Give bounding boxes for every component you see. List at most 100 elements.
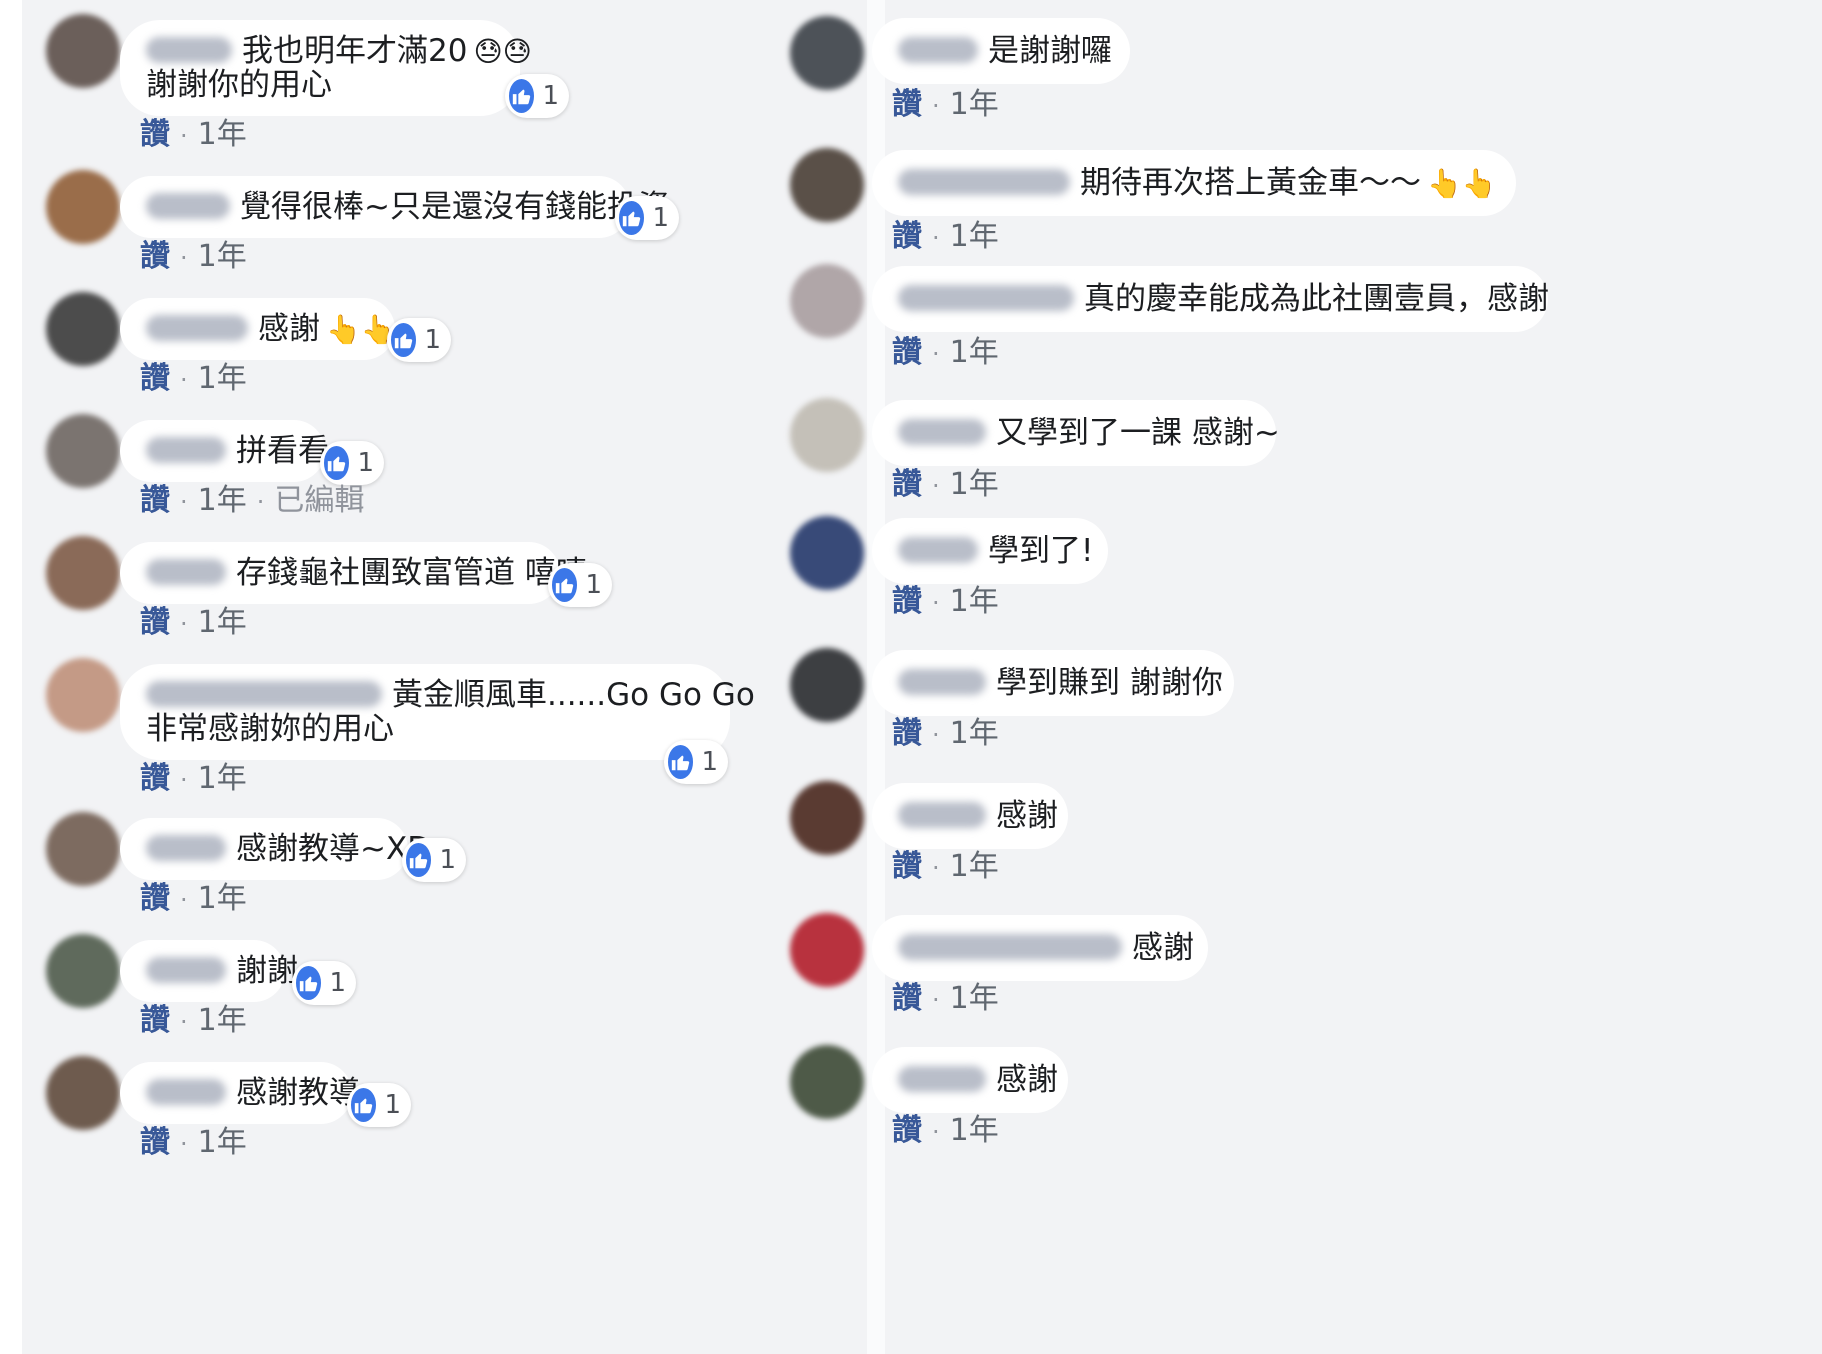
avatar[interactable] (46, 170, 120, 244)
comment-text: 黃金順風車......Go Go Go (146, 676, 755, 714)
commenter-name-blurred[interactable] (898, 536, 978, 563)
comment-text: 感謝 (898, 929, 1194, 967)
comment-text: 感謝 (898, 797, 1058, 835)
comment-text-line: 存錢龜社團致富管道 嘻嘻 (236, 555, 587, 591)
timestamp-link[interactable]: 1年 (950, 335, 999, 370)
commenter-name-blurred[interactable] (146, 956, 226, 983)
like-button[interactable]: 讚 (140, 483, 170, 518)
timestamp-link[interactable]: 1年 (950, 1113, 999, 1148)
separator-dot: · (932, 721, 940, 749)
avatar[interactable] (46, 14, 120, 88)
commenter-name-blurred[interactable] (898, 418, 986, 445)
commenter-name-blurred[interactable] (898, 1065, 986, 1092)
like-button[interactable]: 讚 (892, 1113, 922, 1148)
avatar[interactable] (790, 516, 864, 590)
avatar[interactable] (790, 148, 864, 222)
avatar[interactable] (46, 414, 120, 488)
like-button[interactable]: 讚 (140, 239, 170, 274)
separator-dot: · (180, 122, 188, 150)
avatar[interactable] (46, 934, 120, 1008)
avatar[interactable] (790, 781, 864, 855)
avatar[interactable] (46, 536, 120, 610)
timestamp-link[interactable]: 1年 (950, 584, 999, 619)
commenter-name-blurred[interactable] (146, 192, 230, 219)
comment-text-line: 學到賺到 謝謝你 (996, 665, 1223, 701)
reaction-number: 1 (652, 203, 669, 233)
comment-actions: 讚 · 1年 (892, 850, 999, 885)
like-button[interactable]: 讚 (140, 605, 170, 640)
like-button[interactable]: 讚 (140, 1125, 170, 1160)
like-button[interactable]: 讚 (140, 1003, 170, 1038)
comment-text-line: 感謝 (996, 1062, 1058, 1098)
like-button[interactable]: 讚 (892, 981, 922, 1016)
commenter-name-blurred[interactable] (898, 168, 1070, 195)
reaction-count[interactable]: 1 (402, 838, 466, 882)
commenter-name-blurred[interactable] (898, 284, 1074, 311)
like-button[interactable]: 讚 (892, 716, 922, 751)
avatar[interactable] (46, 292, 120, 366)
comment-actions: 讚 · 1年 (892, 982, 999, 1017)
commenter-name-blurred[interactable] (146, 436, 226, 463)
commenter-name-blurred[interactable] (146, 558, 226, 585)
timestamp-link[interactable]: 1年 (198, 483, 247, 518)
comment-text-line: 感謝教導 (236, 1075, 360, 1111)
like-button[interactable]: 讚 (892, 849, 922, 884)
commenter-name-blurred[interactable] (898, 933, 1122, 960)
comment-actions: 讚 · 1年 (892, 717, 999, 752)
timestamp-link[interactable]: 1年 (198, 605, 247, 640)
commenter-name-blurred[interactable] (898, 36, 978, 63)
timestamp-link[interactable]: 1年 (950, 981, 999, 1016)
comment-text-line: 感謝 (258, 311, 320, 347)
like-button[interactable]: 讚 (892, 467, 922, 502)
like-button[interactable]: 讚 (140, 881, 170, 916)
timestamp-link[interactable]: 1年 (950, 87, 999, 122)
timestamp-link[interactable]: 1年 (198, 1003, 247, 1038)
reaction-count[interactable]: 1 (664, 740, 728, 784)
avatar[interactable] (790, 264, 864, 338)
reaction-count[interactable]: 1 (347, 1083, 411, 1127)
reaction-count[interactable]: 1 (292, 961, 356, 1005)
timestamp-link[interactable]: 1年 (198, 761, 247, 796)
avatar[interactable] (790, 1045, 864, 1119)
commenter-name-blurred[interactable] (898, 801, 986, 828)
timestamp-link[interactable]: 1年 (198, 361, 247, 396)
avatar[interactable] (46, 658, 120, 732)
like-reaction-icon (552, 568, 578, 602)
timestamp-link[interactable]: 1年 (198, 239, 247, 274)
like-button[interactable]: 讚 (140, 117, 170, 152)
timestamp-link[interactable]: 1年 (950, 467, 999, 502)
avatar[interactable] (46, 812, 120, 886)
like-button[interactable]: 讚 (892, 87, 922, 122)
commenter-name-blurred[interactable] (146, 680, 382, 707)
reaction-count[interactable]: 1 (615, 196, 679, 240)
timestamp-link[interactable]: 1年 (198, 881, 247, 916)
commenter-name-blurred[interactable] (146, 314, 248, 341)
timestamp-link[interactable]: 1年 (950, 716, 999, 751)
edited-label[interactable]: 已編輯 (274, 483, 364, 518)
commenter-name-blurred[interactable] (898, 668, 986, 695)
avatar[interactable] (790, 913, 864, 987)
commenter-name-blurred[interactable] (146, 834, 226, 861)
timestamp-link[interactable]: 1年 (198, 1125, 247, 1160)
avatar[interactable] (790, 648, 864, 722)
reaction-count[interactable]: 1 (320, 441, 384, 485)
timestamp-link[interactable]: 1年 (950, 219, 999, 254)
like-button[interactable]: 讚 (140, 761, 170, 796)
like-reaction-icon (391, 323, 417, 357)
like-button[interactable]: 讚 (140, 361, 170, 396)
reaction-count[interactable]: 1 (387, 318, 451, 362)
like-button[interactable]: 讚 (892, 335, 922, 370)
like-button[interactable]: 讚 (892, 584, 922, 619)
timestamp-link[interactable]: 1年 (950, 849, 999, 884)
like-button[interactable]: 讚 (892, 219, 922, 254)
avatar[interactable] (790, 398, 864, 472)
commenter-name-blurred[interactable] (146, 1078, 226, 1105)
comment-actions: 讚 · 1年 (892, 585, 999, 620)
avatar[interactable] (46, 1056, 120, 1130)
timestamp-link[interactable]: 1年 (198, 117, 247, 152)
commenter-name-blurred[interactable] (146, 36, 232, 63)
reaction-count[interactable]: 1 (548, 563, 612, 607)
reaction-count[interactable]: 1 (505, 74, 569, 118)
avatar[interactable] (790, 16, 864, 90)
like-reaction-icon (324, 446, 350, 480)
